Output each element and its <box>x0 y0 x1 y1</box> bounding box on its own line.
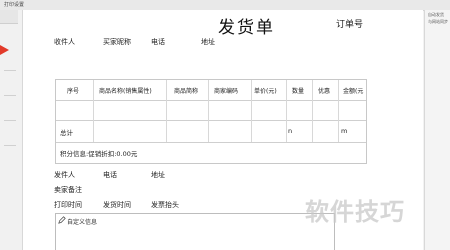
print-settings-window: 打印设置 自动发货 与网站同步 发货单 订单号 收件人 买家昵称 电话 地址 序… <box>0 0 450 250</box>
column-header-quantity: 数量 <box>292 88 305 95</box>
recipient-address-field[interactable]: 地址 <box>201 37 215 47</box>
right-panel-label-2[interactable]: 与网站同步 <box>428 19 448 25</box>
column-header-product-name: 商品名称(销售属性) <box>99 88 152 95</box>
right-panel-label-1[interactable]: 自动发货 <box>428 12 444 18</box>
sender-address-field[interactable]: 地址 <box>151 170 165 180</box>
total-quantity: n <box>288 127 293 135</box>
sidebar-divider <box>4 70 16 71</box>
custom-info-box[interactable]: 自定义信息 <box>55 213 335 250</box>
sender-name-field[interactable]: 发件人 <box>54 170 75 180</box>
table-divider <box>56 120 366 121</box>
sidebar-divider <box>4 145 16 146</box>
print-time-field[interactable]: 打印时间 <box>54 200 82 210</box>
buyer-nickname-field[interactable]: 买家昵称 <box>103 37 131 47</box>
recipient-phone-field[interactable]: 电话 <box>151 37 165 47</box>
column-divider <box>338 80 339 142</box>
seller-note-field[interactable]: 卖家备注 <box>54 185 82 195</box>
column-header-discount: 优惠 <box>318 88 331 95</box>
total-amount: m <box>341 127 348 135</box>
column-header-merchant-code: 商家编码 <box>214 88 239 95</box>
pencil-icon <box>58 216 66 224</box>
watermark: 软件技巧 <box>305 198 405 226</box>
column-divider <box>208 80 209 142</box>
custom-info-label: 自定义信息 <box>67 219 98 226</box>
red-arrow-icon <box>0 45 9 55</box>
sender-phone-field[interactable]: 电话 <box>103 170 117 180</box>
table-divider <box>56 142 366 143</box>
total-label: 总计 <box>60 129 73 137</box>
goods-table[interactable]: 序号 商品名称(销售属性) 商品简称 商家编码 单价(元) 数量 优惠 金额(元… <box>55 79 367 164</box>
order-number-label: 订单号 <box>336 20 364 30</box>
sidebar-divider <box>4 120 16 121</box>
column-divider <box>93 80 94 142</box>
column-divider <box>166 80 167 142</box>
right-panel: 自动发货 与网站同步 <box>424 10 450 250</box>
window-title: 打印设置 <box>4 2 25 8</box>
table-divider <box>56 100 366 101</box>
column-header-short-name: 商品简称 <box>174 88 199 95</box>
column-header-unit-price: 单价(元) <box>254 88 277 95</box>
column-header-amount: 金额(元 <box>343 88 364 95</box>
page-title: 发货单 <box>218 18 275 38</box>
sidebar-tab[interactable] <box>0 10 18 24</box>
invoice-title-field[interactable]: 发票抬头 <box>151 200 179 210</box>
sidebar-divider <box>4 95 16 96</box>
points-discount-note: 积分信息:促销折扣:0.00元 <box>60 150 138 158</box>
ship-time-field[interactable]: 发货时间 <box>103 200 131 210</box>
column-divider <box>312 80 313 142</box>
column-divider <box>286 80 287 142</box>
recipient-name-field[interactable]: 收件人 <box>54 37 75 47</box>
column-header-index: 序号 <box>67 88 80 95</box>
column-divider <box>251 80 252 142</box>
